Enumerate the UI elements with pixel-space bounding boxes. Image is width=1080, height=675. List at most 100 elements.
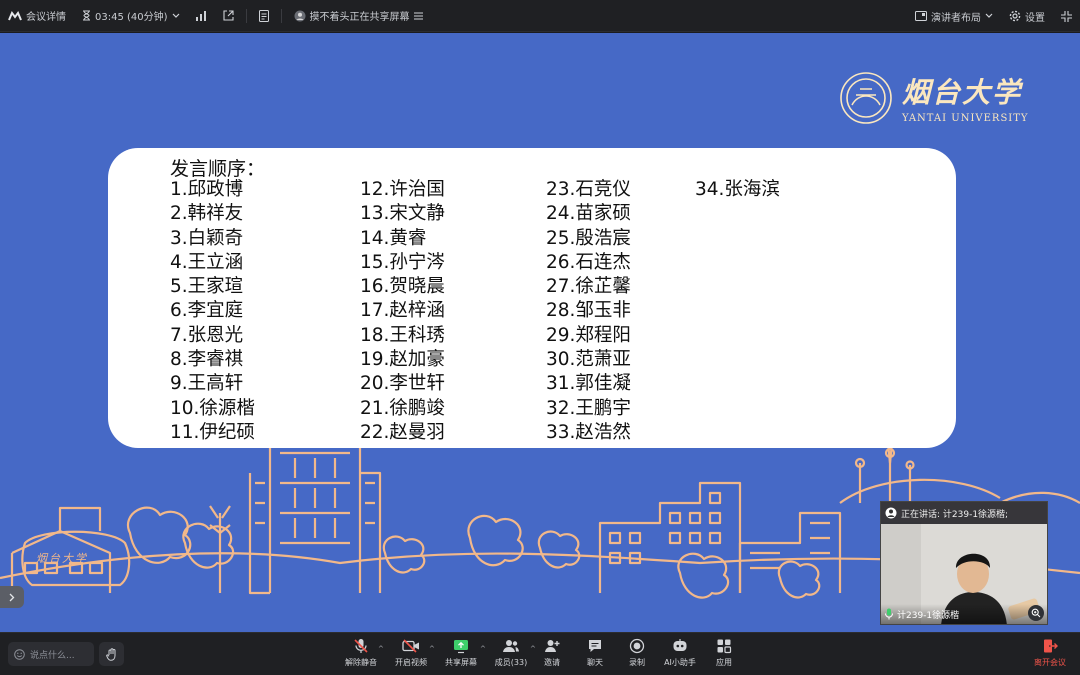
speaker-order-item: 26.石连杰 [546, 251, 631, 273]
speaker-order-item: 8.李睿祺 [170, 349, 244, 371]
quick-chat-input[interactable]: 说点什么... [8, 642, 94, 666]
speaker-order-item: 29.郑程阳 [546, 324, 631, 346]
signal-bars-icon [195, 10, 207, 21]
zoom-tile-button[interactable] [1028, 605, 1044, 621]
leave-meeting-button[interactable]: 离开会议 [1030, 638, 1070, 668]
speaker-order-item: 23.石竞仪 [546, 179, 631, 200]
ai-assistant-button[interactable]: AI小助手 [660, 638, 700, 668]
chat-button[interactable]: 聊天 [575, 638, 615, 668]
speaker-order-item: 34.张海滨 [695, 179, 780, 200]
apps-button[interactable]: 应用 [704, 638, 744, 668]
gear-icon [1009, 10, 1021, 22]
video-options-caret[interactable]: ^ [429, 645, 435, 653]
speaking-order-card: 发言顺序： 1.邱政博 2.韩祥友 3.白颖奇 4.王立涵 5.王家瑄 6.李宜庭 7.张恩… [108, 148, 956, 448]
top-bar-right: 演讲者布局 设置 [907, 0, 1080, 32]
layout-icon [915, 11, 927, 21]
members-icon [502, 638, 520, 654]
speaker-video-tile[interactable]: 正在讲话: 计239-1徐源楷; 计239-1徐源楷 [880, 501, 1048, 625]
layout-dropdown[interactable]: 演讲者布局 [907, 0, 1001, 32]
bottom-toolbar: 说点什么... 解除静音 ^ 开启视频 ^ 共享屏幕 ^ 成员(33) ^ 邀请… [0, 632, 1080, 675]
unmute-button[interactable]: 解除静音 [341, 638, 381, 668]
settings-button[interactable]: 设置 [1001, 0, 1053, 32]
speaker-order-item: 4.王立涵 [170, 251, 244, 273]
audio-options-caret[interactable]: ^ [378, 645, 384, 653]
speaker-order-item: 12.许治国 [360, 179, 445, 200]
leave-door-icon [1042, 638, 1058, 654]
chevron-down-icon [172, 13, 180, 19]
card-title: 发言顺序： [170, 158, 266, 180]
add-person-icon [544, 638, 560, 654]
divider [280, 8, 282, 23]
invite-label: 邀请 [544, 658, 560, 667]
speaking-indicator: 正在讲话: 计239-1徐源楷; [881, 502, 1047, 524]
share-options-caret[interactable]: ^ [480, 645, 486, 653]
logo-text: 烟台大学 YANTAI UNIVERSITY [902, 71, 1029, 124]
speaker-order-item: 30.范萧亚 [546, 349, 631, 371]
ai-assistant-label: AI小助手 [664, 658, 696, 667]
record-icon [629, 638, 645, 654]
mic-muted-icon [353, 638, 369, 654]
external-link-icon [222, 10, 234, 21]
exit-fullscreen-button[interactable] [1053, 0, 1080, 32]
ai-assistant-icon [672, 638, 688, 654]
speaker-order-item: 5.王家瑄 [170, 276, 244, 298]
speaker-order-item: 7.张恩光 [170, 324, 244, 346]
raise-hand-button[interactable] [99, 642, 124, 666]
emoji-icon [14, 648, 25, 660]
speaker-order-item: 6.李宜庭 [170, 300, 244, 322]
speaker-order-item: 21.徐鹏竣 [360, 397, 445, 419]
members-label: 成员(33) [494, 658, 528, 667]
document-icon [258, 9, 269, 22]
record-button[interactable]: 录制 [617, 638, 657, 668]
meeting-timer: 03:45 (40分钟) [95, 12, 168, 23]
start-video-button[interactable]: 开启视频 [391, 638, 431, 668]
sharer-avatar-icon [294, 10, 306, 22]
shared-screen: 烟台大学 烟台大学 YANTAI UNIVERSITY 发言顺序： 1.邱政博 2… [0, 33, 1080, 632]
order-column-2: 12.许治国 13.宋文静 14.黄睿 15.孙宁涔 16.贺晓晨 17.赵梓涵 18.王科… [360, 178, 445, 445]
share-screen-icon [453, 638, 469, 654]
share-status-text: 摸不着头正在共享屏幕 [309, 12, 410, 23]
speaker-order-item: 2.韩祥友 [170, 203, 244, 225]
camera-off-icon [402, 638, 420, 654]
logo-name-cn: 烟台大学 [902, 76, 1023, 109]
layout-label: 演讲者布局 [931, 12, 981, 24]
timer-dropdown[interactable]: 03:45 (40分钟) [74, 0, 188, 32]
share-screen-button[interactable]: 共享屏幕 [441, 638, 481, 668]
members-button[interactable]: 成员(33) [491, 638, 531, 668]
speaker-order-item: 16.贺晓晨 [360, 276, 445, 298]
chat-label: 聊天 [587, 658, 603, 667]
speaker-order-item: 19.赵加豪 [360, 349, 445, 371]
stone-inscription: 烟台大学 [36, 552, 88, 565]
pop-out-button[interactable] [215, 0, 242, 32]
chat-placeholder: 说点什么... [30, 650, 75, 661]
mic-active-icon [884, 608, 894, 620]
speaker-order-item: 11.伊纪硕 [170, 421, 255, 443]
invite-button[interactable]: 邀请 [532, 638, 572, 668]
speaker-order-item: 33.赵浩然 [546, 421, 631, 443]
speaker-order-item: 32.王鹏宇 [546, 397, 631, 419]
university-logo: 烟台大学 YANTAI UNIVERSITY [840, 71, 1029, 124]
share-status-indicator[interactable]: 摸不着头正在共享屏幕 [286, 0, 431, 32]
meeting-notes-button[interactable] [251, 0, 277, 32]
share-screen-label: 共享屏幕 [445, 658, 477, 667]
network-status-button[interactable] [188, 0, 215, 32]
speaker-order-item: 15.孙宁涔 [360, 251, 445, 273]
start-video-label: 开启视频 [395, 658, 427, 667]
apps-label: 应用 [716, 658, 732, 667]
top-bar: 会议详情 03:45 (40分钟) 摸不着头正在共享屏幕 演讲者布局 设置 [0, 0, 1080, 32]
hourglass-icon [82, 10, 91, 21]
speaking-label: 正在讲话: 计239-1徐源楷; [901, 509, 1009, 520]
speaker-order-item: 25.殷浩宸 [546, 227, 631, 249]
order-column-3: 23.石竞仪 24.苗家硕 25.殷浩宸 26.石连杰 27.徐芷馨 28.邹玉非 29.郑… [546, 178, 631, 445]
magnify-icon [1031, 608, 1041, 618]
logo-name-en: YANTAI UNIVERSITY [902, 113, 1029, 124]
speaker-name: 计239-1徐源楷 [897, 610, 960, 621]
speaker-order-item: 13.宋文静 [360, 203, 445, 225]
hand-icon [105, 647, 118, 661]
leave-label: 离开会议 [1034, 658, 1066, 667]
apps-grid-icon [716, 638, 732, 654]
collapse-side-button[interactable] [0, 586, 24, 608]
speaker-order-item: 27.徐芷馨 [546, 276, 631, 298]
meeting-info-label: 会议详情 [26, 12, 66, 23]
meeting-info-button[interactable]: 会议详情 [0, 0, 74, 32]
